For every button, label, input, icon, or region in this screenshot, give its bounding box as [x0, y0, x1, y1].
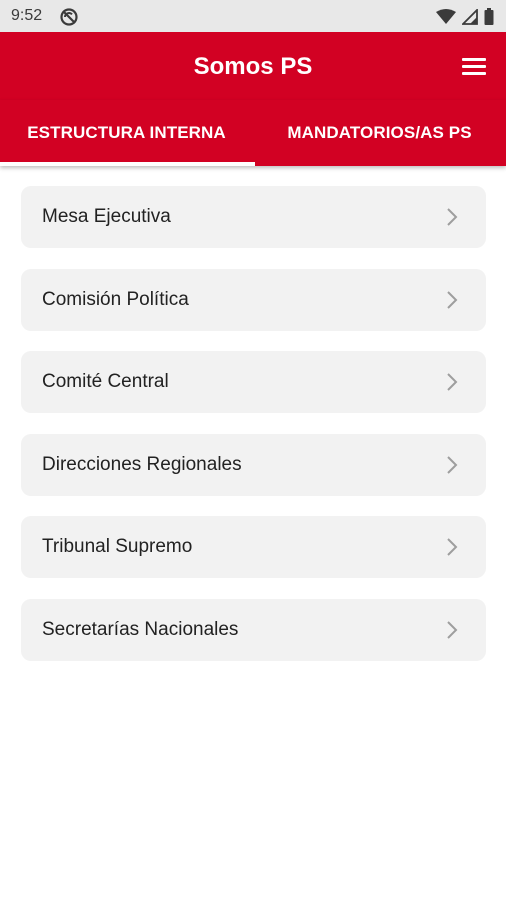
list-item-label: Mesa Ejecutiva — [42, 206, 171, 227]
chevron-right-icon — [447, 538, 458, 556]
wifi-icon — [436, 8, 456, 24]
chevron-right-icon — [447, 373, 458, 391]
cell-signal-icon — [462, 8, 478, 25]
menu-icon-line-bottom — [462, 72, 486, 75]
list-item-label: Direcciones Regionales — [42, 454, 242, 475]
status-bar: 9:52 — [0, 0, 506, 32]
list-item-label: Comité Central — [42, 371, 169, 392]
status-icons — [436, 8, 494, 25]
battery-icon — [484, 8, 494, 25]
menu-button[interactable] — [460, 54, 488, 80]
tab-indicator — [0, 162, 255, 166]
list-item-comision-politica[interactable]: Comisión Política — [21, 269, 486, 331]
status-time: 9:52 — [11, 7, 43, 24]
chevron-right-icon — [447, 621, 458, 639]
list-item-label: Secretarías Nacionales — [42, 619, 239, 640]
menu-icon-line-top — [462, 58, 486, 61]
page-title: Somos PS — [193, 53, 313, 80]
list-item-label: Comisión Política — [42, 289, 189, 310]
tab-mandatorios[interactable]: MANDATORIOS/AS PS — [253, 100, 506, 166]
chevron-right-icon — [447, 291, 458, 309]
list-item-secretarias-nacionales[interactable]: Secretarías Nacionales — [21, 599, 486, 661]
chevron-right-icon — [447, 456, 458, 474]
chevron-right-icon — [447, 208, 458, 226]
tab-bar: ESTRUCTURA INTERNA MANDATORIOS/AS PS — [0, 100, 506, 166]
app-bar: Somos PS — [0, 32, 506, 100]
list-item-mesa-ejecutiva[interactable]: Mesa Ejecutiva — [21, 186, 486, 248]
list-item-direcciones-regionales[interactable]: Direcciones Regionales — [21, 434, 486, 496]
list-item-comite-central[interactable]: Comité Central — [21, 351, 486, 413]
sync-off-icon — [60, 8, 78, 26]
list-item-tribunal-supremo[interactable]: Tribunal Supremo — [21, 516, 486, 578]
tab-estructura-interna[interactable]: ESTRUCTURA INTERNA — [0, 100, 253, 166]
list-item-label: Tribunal Supremo — [42, 536, 193, 557]
menu-icon-line-middle — [462, 65, 486, 68]
